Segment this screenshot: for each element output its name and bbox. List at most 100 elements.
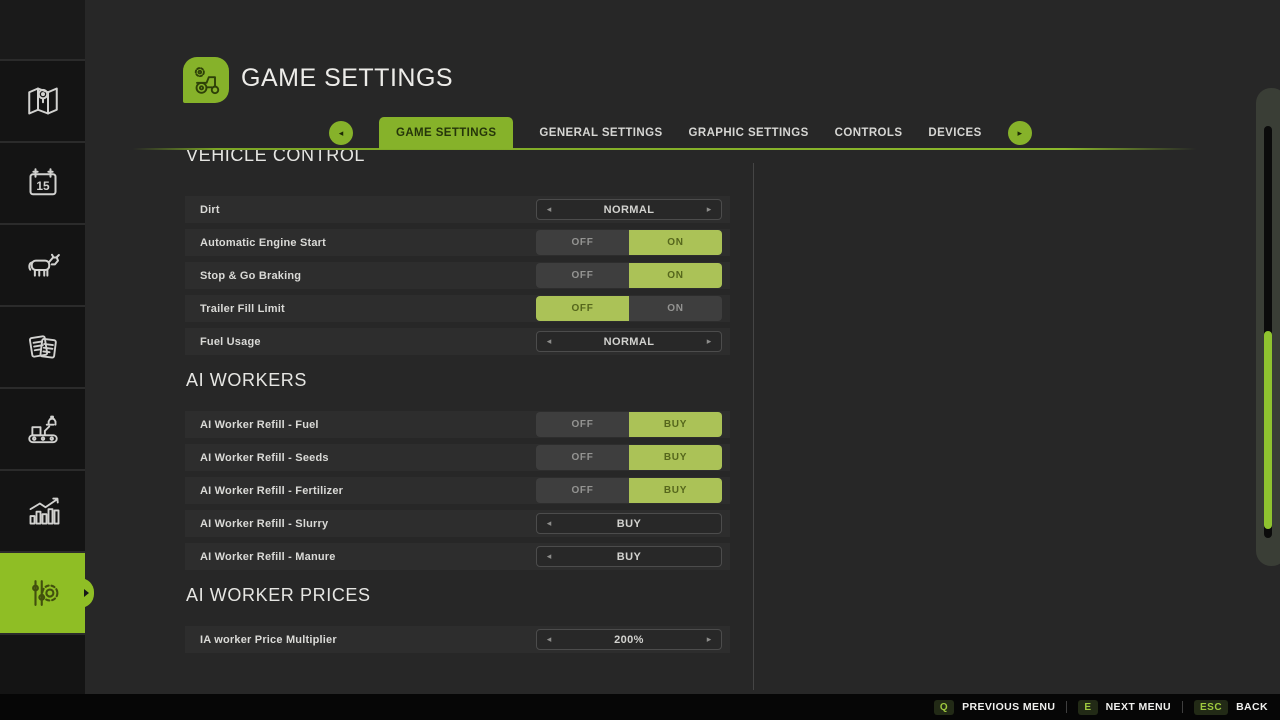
section-title-vehicle-control: VEHICLE CONTROL [186, 150, 730, 166]
setting-row-fuel-usage: Fuel Usage ◂NORMAL▸ [185, 328, 730, 355]
arrow-left-icon[interactable]: ◂ [544, 518, 554, 529]
toggle-option-off[interactable]: OFF [536, 230, 629, 255]
hint-next-menu: E NEXT MENU [1078, 700, 1171, 715]
toggle-trailer-fill-limit: OFFON [536, 296, 722, 321]
tab-controls[interactable]: CONTROLS [835, 127, 903, 139]
toggle-option-off[interactable]: OFF [536, 445, 629, 470]
toggle-option-off[interactable]: OFF [536, 296, 629, 321]
sidebar-item-animals[interactable] [0, 223, 85, 305]
arrow-left-icon[interactable]: ◂ [544, 204, 554, 215]
setting-label: Stop & Go Braking [200, 270, 301, 282]
toggle-ai-worker-refill-fertilizer: OFFBUY [536, 478, 722, 503]
key-q-badge: Q [934, 700, 954, 715]
hint-separator [1066, 701, 1067, 713]
toggle-automatic-engine-start: OFFON [536, 230, 722, 255]
setting-label: AI Worker Refill - Manure [200, 551, 336, 563]
setting-row-ai-worker-refill-fertilizer: AI Worker Refill - Fertilizer OFFBUY [185, 477, 730, 504]
toggle-stop-go-braking: OFFON [536, 263, 722, 288]
tab-game-settings[interactable]: GAME SETTINGS [379, 117, 513, 149]
setting-row-automatic-engine-start: Automatic Engine Start OFFON [185, 229, 730, 256]
sidebar-item-calendar[interactable]: 15 [0, 141, 85, 223]
setting-label: AI Worker Refill - Fertilizer [200, 485, 343, 497]
setting-row-ai-worker-refill-slurry: AI Worker Refill - Slurry ◂BUY▸ [185, 510, 730, 537]
sidebar-item-settings[interactable] [0, 551, 85, 633]
selector-ia-worker-price-multiplier[interactable]: ◂200%▸ [536, 629, 722, 650]
selector-dirt[interactable]: ◂NORMAL▸ [536, 199, 722, 220]
settings-panel: VEHICLE CONTROLDirt◂NORMAL▸Automatic Eng… [185, 150, 730, 653]
contracts-icon [23, 327, 63, 367]
selector-ai-worker-refill-slurry[interactable]: ◂BUY▸ [536, 513, 722, 534]
game-settings-screen: 15 [0, 0, 1280, 720]
animals-icon [23, 245, 63, 285]
hint-separator [1182, 701, 1183, 713]
selector-value: NORMAL [554, 204, 704, 216]
selector-value: BUY [554, 518, 704, 530]
arrow-left-icon[interactable]: ◂ [544, 336, 554, 347]
setting-label: AI Worker Refill - Slurry [200, 518, 328, 530]
tab-devices[interactable]: DEVICES [928, 127, 981, 139]
setting-label: Trailer Fill Limit [200, 303, 285, 315]
toggle-option-on[interactable]: ON [629, 296, 722, 321]
hint-previous-menu: Q PREVIOUS MENU [934, 700, 1056, 715]
toggle-option-on[interactable]: ON [629, 230, 722, 255]
setting-label: Dirt [200, 204, 220, 216]
tabs-prev-button[interactable]: ◂ [329, 121, 353, 145]
hint-label: PREVIOUS MENU [962, 701, 1055, 713]
sidebar-item-map[interactable] [0, 59, 85, 141]
sidebar: 15 [0, 0, 85, 694]
toggle-ai-worker-refill-fuel: OFFBUY [536, 412, 722, 437]
setting-label: Fuel Usage [200, 336, 261, 348]
key-e-badge: E [1078, 700, 1097, 715]
sidebar-item-production[interactable] [0, 387, 85, 469]
setting-row-ai-worker-refill-seeds: AI Worker Refill - Seeds OFFBUY [185, 444, 730, 471]
arrow-left-icon[interactable]: ◂ [544, 634, 554, 645]
toggle-option-off[interactable]: OFF [536, 412, 629, 437]
arrow-left-icon[interactable]: ◂ [544, 551, 554, 562]
statistics-icon [23, 491, 63, 531]
toggle-option-buy[interactable]: BUY [629, 478, 722, 503]
setting-row-stop-go-braking: Stop & Go Braking OFFON [185, 262, 730, 289]
arrow-right-icon[interactable]: ▸ [704, 634, 714, 645]
arrow-right-icon[interactable]: ▸ [704, 336, 714, 347]
selector-ai-worker-refill-manure[interactable]: ◂BUY▸ [536, 546, 722, 567]
setting-label: Automatic Engine Start [200, 237, 326, 249]
hint-label: BACK [1236, 701, 1268, 713]
calendar-icon: 15 [23, 163, 63, 203]
tab-graphic-settings[interactable]: GRAPHIC SETTINGS [689, 127, 809, 139]
sidebar-item-contracts[interactable] [0, 305, 85, 387]
setting-row-ai-worker-refill-manure: AI Worker Refill - Manure ◂BUY▸ [185, 543, 730, 570]
setting-row-ia-worker-price-multiplier: IA worker Price Multiplier ◂200%▸ [185, 626, 730, 653]
map-icon [23, 81, 63, 121]
setting-label: IA worker Price Multiplier [200, 634, 337, 646]
svg-text:15: 15 [36, 179, 50, 193]
toggle-option-buy[interactable]: BUY [629, 445, 722, 470]
setting-row-trailer-fill-limit: Trailer Fill Limit OFFON [185, 295, 730, 322]
arrow-left-icon: ◂ [339, 128, 344, 139]
section-title-ai-worker-prices: AI WORKER PRICES [186, 584, 730, 606]
hint-label: NEXT MENU [1106, 701, 1171, 713]
tab-general-settings[interactable]: GENERAL SETTINGS [539, 127, 662, 139]
tabs-next-button[interactable]: ▸ [1008, 121, 1032, 145]
section-title-ai-workers: AI WORKERS [186, 369, 730, 391]
scrollbar-thumb[interactable] [1264, 331, 1272, 529]
toggle-option-off[interactable]: OFF [536, 478, 629, 503]
hint-back: ESC BACK [1194, 700, 1268, 715]
tractor-gear-icon [188, 62, 224, 98]
game-settings-app-icon [183, 57, 229, 103]
sidebar-filler [0, 633, 85, 694]
scrollbar-track[interactable] [1264, 126, 1272, 538]
toggle-option-off[interactable]: OFF [536, 263, 629, 288]
setting-row-ai-worker-refill-fuel: AI Worker Refill - FuelOFFBUY [185, 411, 730, 438]
setting-row-dirt: Dirt ◂NORMAL▸ [185, 196, 730, 223]
setting-label: AI Worker Refill - Seeds [200, 452, 329, 464]
selector-value: BUY [554, 551, 704, 563]
key-esc-badge: ESC [1194, 700, 1228, 715]
arrow-right-icon[interactable]: ▸ [704, 204, 714, 215]
toggle-option-buy[interactable]: BUY [629, 412, 722, 437]
tab-bar: ◂ GAME SETTINGS GENERAL SETTINGS GRAPHIC S… [329, 117, 1032, 149]
selector-fuel-usage[interactable]: ◂NORMAL▸ [536, 331, 722, 352]
footer-hint-bar: Q PREVIOUS MENU E NEXT MENU ESC BACK [0, 694, 1280, 720]
toggle-option-on[interactable]: ON [629, 263, 722, 288]
arrow-right-icon: ▸ [1017, 128, 1022, 139]
sidebar-item-statistics[interactable] [0, 469, 85, 551]
